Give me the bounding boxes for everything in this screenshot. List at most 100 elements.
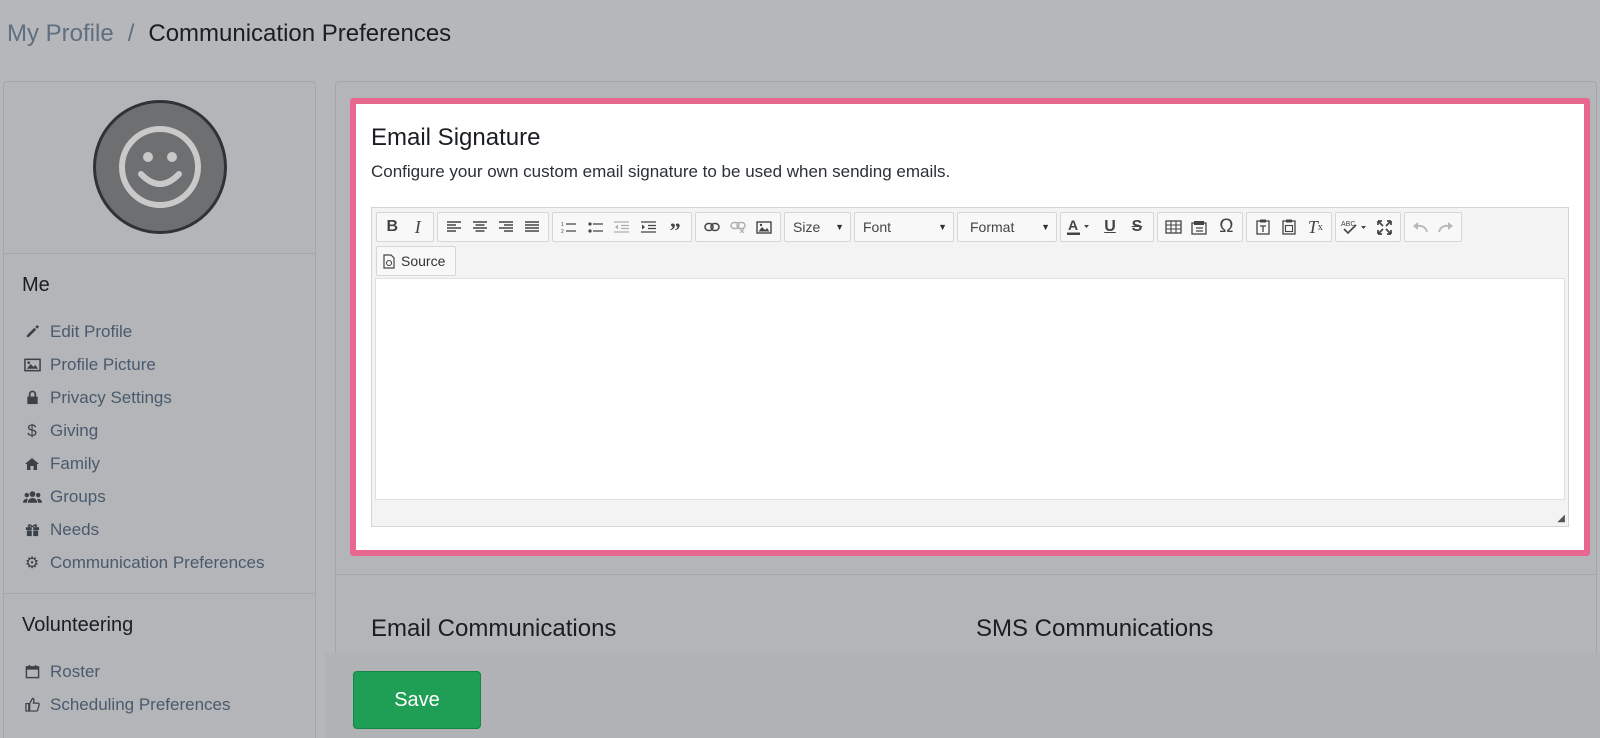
image-icon	[22, 358, 42, 372]
page-title: Communication Preferences	[148, 20, 452, 47]
insert-table-button[interactable]	[1161, 214, 1186, 240]
blockquote-button[interactable]: ”	[662, 214, 688, 243]
toolbar-group-font: Font ▼	[854, 212, 954, 242]
caret-down-icon: ▼	[1041, 222, 1050, 232]
insert-embed-button[interactable]	[1187, 214, 1212, 240]
sidebar-item-privacy-settings[interactable]: Privacy Settings	[22, 381, 297, 414]
text-color-button[interactable]: A	[1064, 214, 1096, 240]
sidebar-item-roster[interactable]: Roster	[22, 655, 297, 688]
indent-icon	[641, 221, 657, 233]
caret-down-icon: ▼	[938, 222, 947, 232]
email-signature-title: Email Signature	[371, 124, 541, 151]
redo-button[interactable]	[1434, 214, 1459, 240]
bulleted-list-icon	[588, 221, 603, 233]
caret-down-icon: ▼	[835, 222, 844, 232]
signature-editor-content[interactable]	[375, 278, 1565, 500]
decrease-indent-button[interactable]	[609, 214, 635, 240]
avatar[interactable]	[93, 100, 227, 234]
paste-text-icon	[1256, 219, 1270, 235]
strikethrough-button[interactable]: S	[1124, 214, 1150, 240]
insert-image-button[interactable]	[752, 214, 777, 240]
bulleted-list-button[interactable]	[583, 214, 609, 240]
sidebar-item-scheduling-preferences[interactable]: Scheduling Preferences	[22, 688, 297, 721]
toolbar-group-align	[437, 212, 549, 242]
breadcrumb-separator: /	[127, 20, 135, 47]
gear-icon: ⚙	[24, 554, 40, 572]
align-left-button[interactable]	[441, 214, 466, 240]
sms-communications-title: SMS Communications	[976, 615, 1214, 642]
volunteering-menu: Roster Scheduling Preferences	[22, 655, 297, 721]
size-dropdown[interactable]: Size ▼	[785, 214, 850, 240]
toolbar-group-lists: 12 ”	[552, 212, 692, 243]
rich-text-editor: B I 12 ” Size ▼ Font ▼ Format ▼ A U S Ω …	[371, 207, 1569, 527]
sidebar-item-label: Profile Picture	[50, 354, 156, 374]
sidebar-item-profile-picture[interactable]: Profile Picture	[22, 348, 297, 381]
toolbar-group-tools: ABC	[1335, 212, 1401, 242]
special-character-button[interactable]: Ω	[1214, 214, 1239, 240]
paste-text-button[interactable]	[1250, 214, 1275, 240]
spellcheck-button[interactable]: ABC	[1339, 214, 1370, 240]
breadcrumb-my-profile-link[interactable]: My Profile	[7, 20, 114, 48]
link-button[interactable]	[699, 214, 724, 240]
sidebar-item-label: Roster	[50, 661, 101, 681]
increase-indent-button[interactable]	[636, 214, 662, 240]
font-dropdown[interactable]: Font ▼	[855, 214, 953, 240]
align-right-button[interactable]	[494, 214, 519, 240]
underline-button[interactable]: U	[1097, 214, 1123, 240]
justify-icon	[525, 221, 540, 232]
align-center-icon	[472, 221, 487, 232]
numbered-list-button[interactable]: 12	[556, 214, 582, 240]
toolbar-group-size: Size ▼	[784, 212, 851, 242]
svg-text:2: 2	[561, 229, 564, 234]
italic-button[interactable]: I	[406, 214, 431, 240]
justify-button[interactable]	[520, 214, 545, 240]
sidebar-item-label: Groups	[50, 486, 106, 506]
email-communications-title: Email Communications	[371, 615, 617, 642]
resize-handle-icon[interactable]: ◢	[1557, 513, 1565, 524]
align-center-button[interactable]	[467, 214, 492, 240]
lock-icon	[22, 390, 42, 405]
sidebar-item-label: Family	[50, 453, 101, 473]
sidebar-item-edit-profile[interactable]: Edit Profile	[22, 315, 297, 348]
paste-word-button[interactable]	[1276, 214, 1301, 240]
toolbar-group-basic: B I	[376, 212, 434, 242]
calendar-icon	[22, 664, 42, 679]
me-menu: Edit Profile Profile Picture Privacy Set…	[22, 315, 297, 579]
dollar-icon: $	[27, 420, 37, 440]
save-button[interactable]: Save	[353, 671, 481, 729]
sidebar-item-groups[interactable]: Groups	[22, 480, 297, 513]
format-dropdown[interactable]: Format ▼	[958, 214, 1056, 240]
svg-text:1: 1	[561, 222, 564, 228]
toolbar-group-insert: Ω	[1157, 212, 1243, 242]
font-label: Font	[863, 219, 892, 235]
undo-button[interactable]	[1408, 214, 1433, 240]
sidebar-item-family[interactable]: Family	[22, 447, 297, 480]
remove-format-button[interactable]: Tx	[1303, 214, 1328, 240]
source-button[interactable]: Source	[377, 253, 451, 269]
toolbar-group-source: Source	[376, 246, 456, 276]
pencil-icon	[22, 324, 42, 339]
section-divider	[336, 574, 1596, 575]
me-heading: Me	[22, 274, 50, 296]
sidebar-item-label: Needs	[50, 519, 100, 539]
paste-word-icon	[1282, 219, 1296, 235]
users-icon	[22, 490, 42, 504]
editor-toolbar: B I 12 ” Size ▼ Font ▼ Format ▼ A U S Ω …	[376, 212, 1564, 278]
sidebar-item-communication-preferences[interactable]: ⚙ Communication Preferences	[22, 546, 297, 579]
image-icon	[756, 220, 773, 234]
sidebar-item-label: Scheduling Preferences	[50, 694, 231, 714]
unlink-icon	[730, 221, 746, 233]
bold-button[interactable]: B	[380, 214, 405, 240]
sidebar-item-giving[interactable]: $ Giving	[22, 414, 297, 447]
sidebar-item-label: Privacy Settings	[50, 387, 172, 407]
maximize-button[interactable]	[1371, 214, 1397, 240]
undo-icon	[1413, 222, 1429, 233]
sidebar-item-label: Edit Profile	[50, 321, 133, 341]
embed-icon	[1191, 220, 1208, 235]
link-icon	[703, 222, 720, 232]
unlink-button[interactable]	[725, 214, 750, 240]
sidebar-item-needs[interactable]: Needs	[22, 513, 297, 546]
toolbar-group-text-style: A U S	[1060, 212, 1154, 242]
numbered-list-icon: 12	[561, 222, 577, 234]
gift-icon	[22, 523, 42, 537]
